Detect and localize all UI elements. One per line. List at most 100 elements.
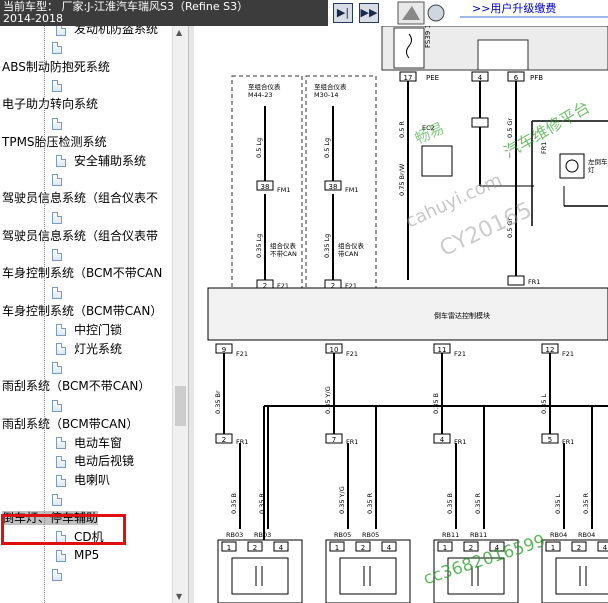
page-icon	[56, 324, 66, 337]
tree-item-label: TPMS胎压检测系统	[2, 134, 107, 149]
relay-block	[477, 39, 529, 71]
scroll-thumb[interactable]	[175, 386, 186, 426]
tree-item-label: 电动后视镜	[74, 454, 135, 469]
sensor-pin: 1	[227, 544, 231, 552]
wire-label-05r-1: 0.5 R	[398, 121, 406, 138]
sensor-pin: 2	[577, 544, 581, 552]
module-pin-conn: F21	[236, 350, 248, 358]
wire-label: 0.35 Y/G	[324, 386, 332, 414]
parking-radar-module	[207, 287, 608, 341]
sensor-pin: 4	[279, 544, 284, 552]
wire-label: 0.35 B	[432, 393, 440, 414]
tree-page-node[interactable]	[52, 170, 70, 188]
page-icon	[56, 155, 66, 168]
selection-highlight-box	[1, 514, 126, 545]
rb-conn-label: RB11	[470, 531, 487, 539]
tree-item[interactable]: 中控门锁	[56, 321, 122, 339]
rb-conn-label: RB05	[362, 531, 379, 539]
wire-label: 0.35 L	[540, 393, 548, 414]
module-pin-conn: F21	[454, 350, 466, 358]
vehicle-info: 当前车型： 厂家:J-江淮汽车瑞风S3（Refine S3） 2014-2018	[0, 0, 328, 26]
module-pin-conn: F21	[346, 350, 358, 358]
module-pin-number: 11	[438, 346, 447, 354]
page-icon	[52, 42, 62, 55]
next-page-button[interactable]: ▶▶	[359, 3, 379, 23]
scroll-up-icon[interactable]: ▲	[176, 28, 182, 37]
tree-item-label: 安全辅助系统	[74, 153, 147, 168]
sensor-pin: 2	[361, 544, 365, 552]
top-bar: 当前车型： 厂家:J-江淮汽车瑞风S3（Refine S3） 2014-2018…	[0, 0, 608, 26]
upgrade-link[interactable]: >>用户升级缴费	[460, 0, 608, 18]
dash-box-1-title: 至组合仪表 M44-23	[248, 82, 281, 99]
rb-conn-label: RB05	[334, 531, 351, 539]
conn-fm1-1: FM1	[277, 186, 290, 194]
tree-item-label: 雨刮系统（BCM不带CAN）	[2, 379, 151, 394]
page-icon	[52, 117, 62, 130]
wire-label: 0.35 Y/G	[338, 486, 346, 514]
tree-item-label: 中控门锁	[74, 322, 123, 337]
tree-item[interactable]: 电动车窗	[56, 434, 122, 452]
wire-label: 0.35 Br	[214, 390, 222, 414]
tree-page-node[interactable]	[52, 39, 70, 57]
tree-item[interactable]: 驾驶员信息系统（组合仪表带	[2, 227, 158, 245]
wire-label-075brw: 0.75 Br/W	[398, 163, 406, 196]
tree-item[interactable]: ABS制动防抱死系统	[2, 58, 110, 76]
tree-page-node[interactable]	[52, 358, 70, 376]
tree-page-node[interactable]	[52, 208, 70, 226]
tree-page-node[interactable]	[52, 490, 70, 508]
wire-label: 0.35 B	[446, 493, 454, 514]
tree-item-label: 雨刮系统（BCM带CAN）	[2, 416, 139, 431]
page-icon	[56, 549, 66, 562]
tree-page-node[interactable]	[52, 246, 70, 264]
mid-pin-number: 4	[440, 436, 445, 444]
tree-page-node[interactable]	[52, 283, 70, 301]
scroll-down-icon[interactable]: ▼	[176, 592, 182, 601]
tree-item-label: 电喇叭	[74, 473, 111, 488]
label-pfb: PFB	[530, 74, 543, 82]
wire-label-05gr-1: 0.5 Gr	[506, 118, 514, 138]
sensor-pin: 1	[443, 544, 447, 552]
tree-page-node[interactable]	[52, 396, 70, 414]
tree-item[interactable]: 电子助力转向系统	[2, 95, 98, 113]
tree-item[interactable]: 雨刮系统（BCM不带CAN）	[2, 377, 150, 395]
conn-fr1-top: FR1	[528, 278, 540, 286]
sensor-pin: 1	[551, 544, 555, 552]
tree-item[interactable]: 安全辅助系统	[56, 152, 146, 170]
tree-page-node[interactable]	[52, 76, 70, 94]
tree-item[interactable]: 发动机防盗系统	[56, 26, 158, 38]
tree-page-node[interactable]	[52, 114, 70, 132]
tree-item[interactable]: 驾驶员信息系统（组合仪表不	[2, 189, 158, 207]
wire-label: 0.35 R	[474, 492, 482, 514]
conn-38-1: 38	[261, 183, 270, 191]
label-can: 组合仪表带CAN	[338, 241, 365, 258]
tree-item[interactable]: 灯光系统	[56, 340, 122, 358]
tree-item-label: 驾驶员信息系统（组合仪表不	[2, 191, 159, 206]
tree-item[interactable]: 雨刮系统（BCM带CAN）	[2, 415, 138, 433]
sensor-pin: 1	[335, 544, 339, 552]
tree-item[interactable]: MP5	[56, 546, 99, 564]
wire-label: 0.35 B	[230, 493, 238, 514]
module-pin-number: 9	[222, 346, 226, 354]
conn-fm1-2: FM1	[345, 186, 358, 194]
rb-conn-label: RB03	[226, 531, 243, 539]
watermark-1: 畅易	[412, 119, 447, 148]
conn-38-2: 38	[329, 183, 338, 191]
pin-6: 6	[514, 74, 519, 82]
tree-item[interactable]: 车身控制系统（BCM不带CAN	[2, 264, 162, 282]
page-icon	[52, 79, 62, 92]
wire-label: 0.35 R	[258, 492, 266, 514]
page-icon	[52, 286, 62, 299]
prev-page-button[interactable]: ▶|	[333, 3, 353, 23]
tree-item-label: 电动车窗	[74, 435, 123, 450]
tree-page-node[interactable]	[52, 565, 70, 583]
tree-item[interactable]: 车身控制系统（BCM带CAN）	[2, 302, 162, 320]
label-nocan: 组合仪表不带CAN	[270, 241, 297, 258]
tree-item[interactable]: 电动后视镜	[56, 452, 134, 470]
mascot-logo	[397, 1, 445, 25]
wire-label: 0.35 R	[582, 492, 590, 514]
tree-scrollbar[interactable]: ▲ ▼	[172, 26, 188, 603]
sensor-pin: 4	[603, 544, 608, 552]
reverse-lamp-box	[559, 153, 585, 179]
tree-item[interactable]: 电喇叭	[56, 471, 110, 489]
tree-item[interactable]: TPMS胎压检测系统	[2, 133, 107, 151]
